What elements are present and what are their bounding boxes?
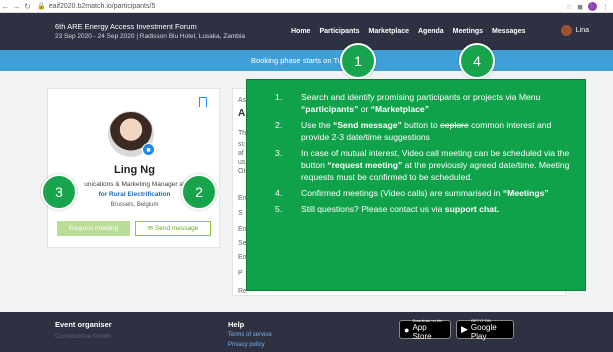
bookmark-icon[interactable] — [199, 97, 207, 107]
instruction-number: 3. — [275, 148, 283, 158]
browser-toolbar: ← → ↻ 🔒 eaif2020.b2match.io/participants… — [0, 0, 613, 13]
instructions-overlay: 1. Search and identify promising particip… — [246, 79, 586, 291]
browser-actions: ☆ ◼ L ⋮ — [566, 2, 609, 11]
panel-fragment: S — [238, 210, 243, 217]
instruction-emphasis: “Send message” — [333, 120, 402, 130]
nav-home[interactable]: Home — [291, 28, 310, 35]
callout-badge-4: 4 — [459, 43, 495, 79]
play-icon: ▶ — [461, 324, 468, 334]
instruction-emphasis: support chat. — [444, 204, 500, 214]
nav-meetings[interactable]: Meetings — [453, 28, 483, 35]
instruction-text: In case of mutual interest, Video call m… — [301, 147, 571, 183]
instruction-fragment: button to — [401, 120, 441, 130]
reload-icon[interactable]: ↻ — [22, 2, 33, 11]
star-icon[interactable]: ☆ — [566, 3, 572, 11]
address-bar[interactable]: eaif2020.b2match.io/participants/5 — [49, 3, 156, 10]
panel-fragment: af — [238, 150, 244, 157]
instruction-item: 2. Use the “Send message” button to eeplo… — [275, 119, 571, 143]
panel-fragment: P — [238, 270, 243, 277]
appstore-big-text: App Store — [412, 323, 432, 341]
app-store-badge[interactable]: ● Download on the App Store — [399, 318, 451, 341]
instruction-fragment: eeplore — [440, 120, 469, 130]
terms-of-service-link[interactable]: Terms of service — [228, 332, 272, 338]
event-title[interactable]: 6th ARE Energy Access Investment Forum — [55, 22, 197, 31]
panel-fragment: A — [238, 108, 246, 119]
panel-fragment: As — [238, 97, 247, 104]
browser-profile-avatar[interactable]: L — [588, 2, 597, 11]
menu-icon[interactable]: ⋮ — [602, 3, 609, 11]
extensions-icon[interactable]: ◼ — [577, 3, 583, 11]
instruction-number: 1. — [275, 92, 283, 102]
callout-badge-1: 1 — [340, 43, 376, 79]
instruction-fragment: Confirmed meetings (Video calls) are sum… — [301, 188, 503, 198]
event-subtitle: 23 Sep 2020 - 24 Sep 2020 | Radisson Blu… — [55, 33, 245, 40]
request-meeting-button[interactable]: Request meeting — [57, 221, 130, 236]
instruction-text: Confirmed meetings (Video calls) are sum… — [301, 187, 549, 199]
google-play-badge[interactable]: ▶ GET IT ON Google Play — [456, 318, 514, 341]
apple-icon: ● — [404, 324, 410, 335]
send-message-label: Send message — [154, 225, 199, 232]
forward-icon[interactable]: → — [11, 2, 22, 11]
instruction-emphasis: “participants” — [301, 104, 359, 114]
instruction-fragment: Still questions? Please contact us via — [301, 204, 445, 214]
instruction-item: 4. Confirmed meetings (Video calls) are s… — [275, 187, 571, 199]
booking-banner: Booking phase starts on Tuesday — [0, 50, 613, 71]
user-name[interactable]: Lina — [576, 27, 589, 34]
privacy-policy-link[interactable]: Privacy policy — [228, 342, 265, 348]
nav-messages[interactable]: Messages — [492, 28, 525, 35]
back-icon[interactable]: ← — [0, 2, 11, 11]
instruction-item: 5. Still questions? Please contact us via… — [275, 203, 571, 215]
instruction-fragment: or — [358, 104, 371, 114]
instruction-number: 5. — [275, 204, 283, 214]
footer-organiser-heading: Event organiser — [55, 320, 112, 329]
instruction-emphasis: “Meetings” — [502, 188, 549, 198]
callout-badge-2: 2 — [181, 174, 217, 210]
instruction-emphasis: “request meeting” — [327, 160, 403, 170]
nav-agenda[interactable]: Agenda — [418, 28, 444, 35]
nav-marketplace[interactable]: Marketplace — [369, 28, 409, 35]
nav-participants[interactable]: Participants — [319, 28, 359, 35]
site-footer: Event organiser Constructive Gmbh Help T… — [0, 312, 613, 352]
instruction-item: 3. In case of mutual interest, Video call… — [275, 147, 571, 183]
panel-fragment: Th — [238, 130, 247, 137]
avatar[interactable] — [560, 25, 572, 36]
user-menu[interactable]: Lina — [560, 25, 589, 36]
instruction-fragment: Use the — [301, 120, 334, 130]
panel-fragment: Ot — [238, 168, 246, 175]
instruction-number: 4. — [275, 188, 283, 198]
panel-fragment: us — [238, 159, 246, 166]
instruction-number: 2. — [275, 120, 283, 130]
instruction-emphasis: “Marketplace” — [370, 104, 430, 114]
googleplay-big-text: Google Play — [470, 323, 497, 341]
panel-fragment: sc — [238, 141, 245, 148]
instruction-text: Use the “Send message” button to eeplore… — [301, 119, 571, 143]
instructions-list: 1. Search and identify promising particip… — [275, 91, 571, 215]
site-header: 6th ARE Energy Access Investment Forum 2… — [0, 13, 613, 50]
instruction-item: 1. Search and identify promising particip… — [275, 91, 571, 115]
video-camera-icon: ■ — [142, 143, 155, 156]
footer-organiser-name[interactable]: Constructive Gmbh — [55, 333, 111, 340]
send-message-button[interactable]: ✉ Send message — [135, 221, 211, 236]
instruction-text: Search and identify promising participan… — [301, 91, 571, 115]
instruction-fragment: Search and identify promising participan… — [301, 92, 541, 102]
profile-card: ■ Ling Ng unications & Marketing Manager… — [47, 88, 220, 248]
lock-icon: 🔒 — [37, 3, 46, 10]
callout-badge-3: 3 — [41, 174, 77, 210]
footer-help-heading: Help — [228, 320, 245, 329]
message-icon: ✉ — [147, 225, 154, 232]
instruction-text: Still questions? Please contact us via s… — [301, 203, 499, 215]
main-nav: Home Participants Marketplace Agenda Mee… — [291, 28, 534, 35]
